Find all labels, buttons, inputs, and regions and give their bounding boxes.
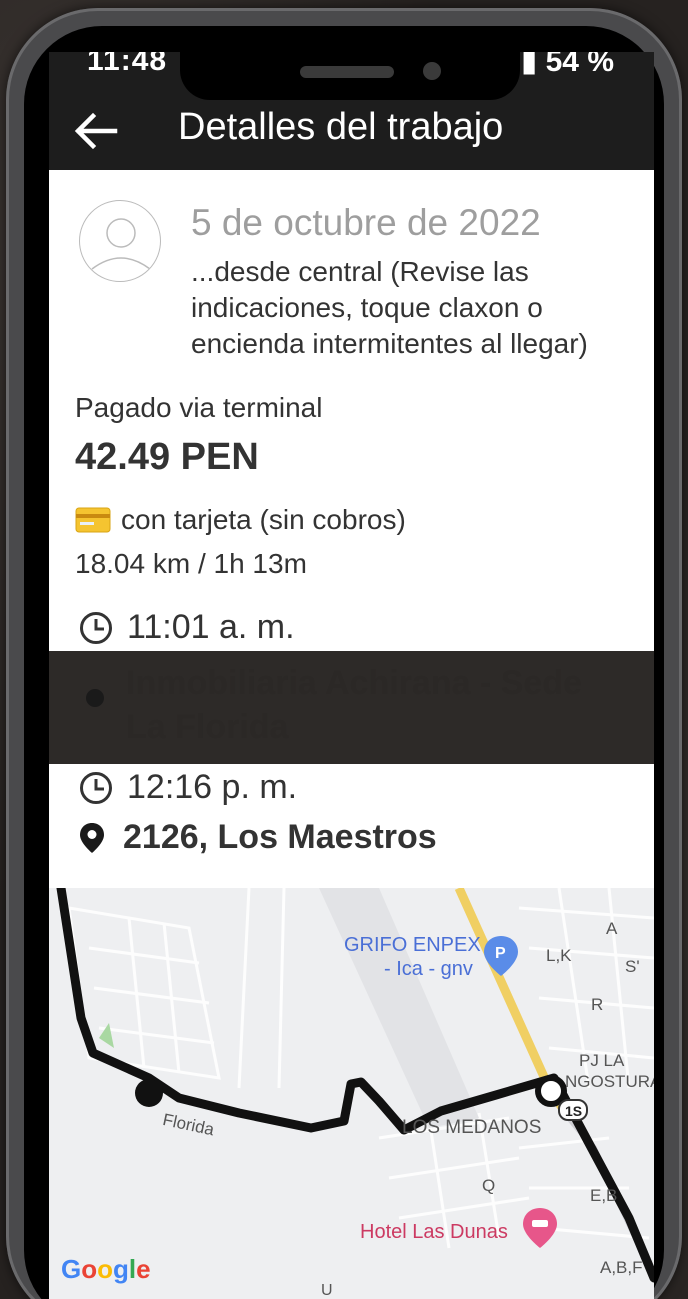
route-map[interactable]: P GRIFO ENPEX - Ica - gnv L,K A S' R PJ … (49, 888, 654, 1299)
app-bar: Detalles del trabajo (49, 92, 654, 170)
map-label-s: S' (625, 957, 640, 976)
google-logo: Google (61, 1254, 151, 1284)
map-label-u: U (321, 1282, 333, 1299)
user-icon (91, 218, 151, 270)
card-payment-row: con tarjeta (sin cobros) (75, 504, 406, 536)
dropoff-address-row: 2126, Los Maestros (79, 818, 437, 857)
map-label-grifo: GRIFO ENPEX (344, 934, 481, 956)
battery-level: 54 % (545, 52, 614, 78)
distance-duration: 18.04 km / 1h 13m (75, 548, 307, 579)
speaker-grille (300, 66, 394, 78)
dropoff-time-row: 12:16 p. m. (79, 768, 297, 807)
phone-screen: 11:48 ▮ 54 % Detalles del trabajo 5 de o… (49, 52, 654, 1299)
location-pin-icon (80, 822, 104, 853)
clock-icon (80, 611, 112, 644)
pickup-time-row: 11:01 a. m. (79, 608, 295, 647)
trip-note: ...desde central (Revise las indicacione… (191, 256, 588, 359)
trip-date: 5 de octubre de 2022 (191, 202, 541, 243)
map-label-eb: E,B (590, 1186, 618, 1205)
map-label-hotel: Hotel Las Dunas (360, 1221, 508, 1243)
svg-text:P: P (495, 945, 506, 962)
dropoff-time: 12:16 p. m. (127, 768, 298, 806)
route-shield-1s: 1S (565, 1103, 583, 1119)
clock-icon (80, 771, 112, 804)
phone-notch (180, 52, 520, 100)
status-time: 11:48 (87, 52, 168, 77)
payment-method: Pagado via terminal (75, 392, 323, 423)
avatar (79, 200, 161, 282)
map-label-lk: L,K (546, 946, 572, 965)
map-label-r: R (591, 995, 604, 1014)
battery-icon: ▮ (520, 52, 538, 78)
card-text: con tarjeta (sin cobros) (121, 504, 406, 535)
map-label-pj-la: PJ LA (579, 1051, 625, 1070)
map-label-los-medanos: LOS MEDANOS (402, 1117, 542, 1138)
pickup-place: Inmobiliaria Achirana - Sede La Florida (126, 664, 582, 746)
dropoff-address: 2126, Los Maestros (123, 818, 437, 856)
pickup-place-overlay: Inmobiliaria Achirana - Sede La Florida (49, 651, 654, 764)
gas-station-icon: P (484, 936, 518, 976)
back-button[interactable] (71, 106, 121, 156)
credit-card-icon (75, 507, 111, 533)
map-label-q: Q (482, 1176, 496, 1195)
pickup-dot-icon (86, 689, 104, 707)
map-label-angostura: NGOSTURA (565, 1072, 654, 1091)
map-label-abf: A,B,F (600, 1258, 643, 1277)
trip-price: 42.49 PEN (75, 436, 259, 478)
status-battery: ▮ 54 % (521, 52, 614, 79)
map-label-a: A (606, 919, 618, 938)
page-title: Detalles del trabajo (178, 106, 504, 148)
hotel-icon (523, 1208, 557, 1248)
back-arrow-icon (74, 112, 118, 150)
map-label-grifo-sub: - Ica - gnv (384, 958, 473, 980)
front-camera (423, 62, 441, 80)
pickup-time: 11:01 a. m. (127, 608, 295, 646)
